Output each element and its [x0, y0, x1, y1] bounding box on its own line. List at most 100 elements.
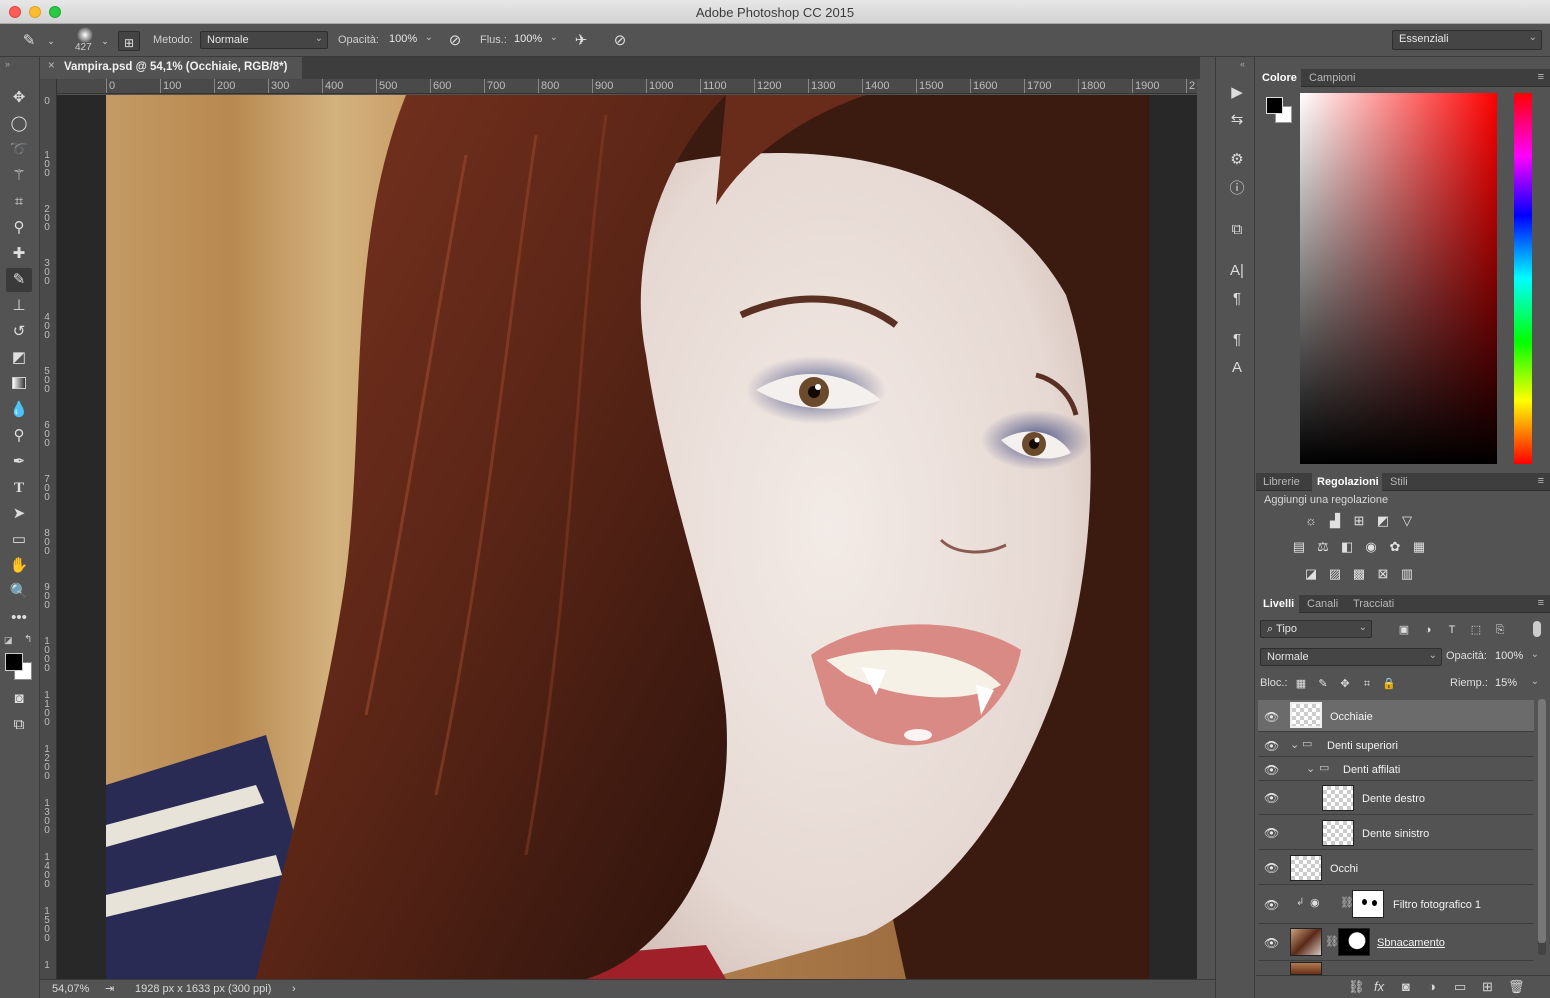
magic-wand-tool-icon[interactable]: ⚚ — [6, 164, 32, 188]
tab-regolazioni[interactable]: Regolazioni — [1317, 476, 1379, 488]
layer-row[interactable]: 👁 Dente destro — [1258, 781, 1534, 815]
method-select[interactable]: Normale ⌄ — [200, 31, 328, 49]
chevron-right-icon[interactable]: › — [292, 983, 296, 995]
healing-brush-tool-icon[interactable]: ✚ — [6, 242, 32, 266]
chevron-down-icon[interactable]: ⌄ — [40, 30, 62, 52]
invert-icon[interactable]: ◪ — [1302, 566, 1320, 582]
panel-menu-icon[interactable]: ≡ — [1538, 71, 1544, 83]
exposure-icon[interactable]: ◩ — [1374, 513, 1392, 529]
history-brush-tool-icon[interactable]: ↺ — [6, 320, 32, 344]
lasso-tool-icon[interactable]: ➰ — [6, 138, 32, 162]
pen-tool-icon[interactable]: ✒ — [6, 450, 32, 474]
panel-menu-icon[interactable]: ≡ — [1538, 597, 1544, 609]
tab-livelli[interactable]: Livelli — [1263, 598, 1294, 610]
clone-stamp-tool-icon[interactable]: ⊥ — [6, 294, 32, 318]
close-tab-icon[interactable]: × — [48, 60, 55, 72]
add-mask-icon[interactable]: ◙ — [1402, 979, 1410, 994]
pressure-opacity-icon[interactable]: ⊘ — [444, 30, 466, 52]
visibility-eye-icon[interactable]: 👁 — [1264, 861, 1279, 875]
new-layer-icon[interactable]: ⊞ — [1482, 979, 1493, 995]
brush-panel-toggle-icon[interactable]: ⊞ — [118, 31, 140, 51]
swap-colors-icon[interactable]: ↰ — [24, 634, 32, 645]
workspace-select[interactable]: Essenziali ⌄ — [1392, 30, 1542, 50]
filter-shape-icon[interactable]: ⬚ — [1467, 622, 1485, 638]
layer-row[interactable]: 👁 ⌄ ▭ Denti affilati — [1258, 757, 1534, 781]
lock-all-icon[interactable]: 🔒 — [1380, 676, 1398, 692]
layer-fill-field[interactable]: 15% ⌄ — [1489, 675, 1543, 693]
layer-filter-select[interactable]: ⌕ Tipo ⌄ — [1260, 620, 1372, 638]
filter-pixel-icon[interactable]: ▣ — [1395, 622, 1413, 638]
color-panel-foreground-swatch[interactable] — [1266, 97, 1283, 114]
layer-row-partial[interactable] — [1258, 962, 1534, 975]
vertical-ruler[interactable]: 0 100 200 300 400 500 600 700 800 900 1000 1100 1200… — [40, 79, 57, 979]
filter-type-icon[interactable]: T — [1443, 622, 1461, 638]
actions-play-icon[interactable]: ▶ — [1226, 82, 1248, 104]
hand-tool-icon[interactable]: ✋ — [6, 554, 32, 578]
brush-picker-chevron-icon[interactable]: ⌄ — [94, 30, 116, 52]
crop-tool-icon[interactable]: ⌗ — [6, 190, 32, 214]
visibility-eye-icon[interactable]: 👁 — [1264, 898, 1279, 912]
hue-slider[interactable] — [1514, 93, 1532, 464]
black-white-icon[interactable]: ◧ — [1338, 539, 1356, 555]
channel-mixer-icon[interactable]: ✿ — [1386, 539, 1404, 555]
visibility-eye-icon[interactable]: 👁 — [1264, 739, 1279, 753]
zoom-level[interactable]: 54,07% — [52, 983, 89, 995]
history-icon[interactable]: ⇆ — [1226, 109, 1248, 131]
visibility-eye-icon[interactable]: 👁 — [1264, 791, 1279, 805]
layer-name[interactable]: Occhi — [1330, 863, 1358, 875]
blur-tool-icon[interactable]: 💧 — [6, 398, 32, 422]
brush-tool-icon[interactable]: ✎ — [6, 268, 32, 292]
paragraph-icon[interactable]: ¶ — [1226, 288, 1248, 310]
filter-toggle[interactable] — [1533, 621, 1541, 637]
layer-name[interactable]: Sbnacamento — [1377, 937, 1445, 949]
layers-scrollbar[interactable] — [1538, 699, 1546, 955]
foreground-color-swatch[interactable] — [5, 653, 23, 671]
layer-name[interactable]: Dente sinistro — [1362, 828, 1429, 840]
link-layers-icon[interactable]: ⛓ — [1348, 979, 1365, 995]
tab-colore[interactable]: Colore — [1262, 72, 1297, 84]
collapse-dock-icon[interactable]: « — [1240, 59, 1245, 69]
vibrance-icon[interactable]: ▽ — [1398, 513, 1416, 529]
dodge-tool-icon[interactable]: ⚲ — [6, 424, 32, 448]
layer-opacity-field[interactable]: 100% ⌄ — [1489, 648, 1543, 666]
threshold-icon[interactable]: ▩ — [1350, 566, 1368, 582]
clone-source-icon[interactable]: ⧉ — [1226, 219, 1248, 241]
screen-mode-icon[interactable]: ⧉ — [6, 713, 32, 737]
visibility-eye-icon[interactable]: 👁 — [1264, 763, 1279, 777]
type-tool-icon[interactable]: T — [6, 476, 32, 500]
tab-campioni[interactable]: Campioni — [1309, 72, 1355, 84]
eraser-tool-icon[interactable]: ◩ — [6, 346, 32, 370]
tab-stili[interactable]: Stili — [1390, 476, 1408, 488]
lock-pixels-icon[interactable]: ✎ — [1314, 676, 1332, 692]
panel-menu-icon[interactable]: ≡ — [1538, 475, 1544, 487]
chevron-down-icon[interactable]: ⌄ — [1306, 762, 1315, 775]
info-icon[interactable]: ⓘ — [1226, 178, 1248, 200]
visibility-eye-icon[interactable]: 👁 — [1264, 936, 1279, 950]
layer-name[interactable]: Filtro fotografico 1 — [1393, 899, 1481, 911]
zoom-tool-icon[interactable]: 🔍 — [6, 580, 32, 604]
lock-position-icon[interactable]: ✥ — [1336, 676, 1354, 692]
brightness-contrast-icon[interactable]: ☼ — [1302, 513, 1320, 529]
document-tab[interactable]: × Vampira.psd @ 54,1% (Occhiaie, RGB/8*) — [40, 57, 302, 79]
layer-mask-thumbnail[interactable] — [1338, 928, 1370, 956]
selective-color-icon[interactable]: ⊠ — [1374, 566, 1392, 582]
rectangle-tool-icon[interactable]: ▭ — [6, 528, 32, 552]
pressure-size-icon[interactable]: ⊘ — [609, 30, 631, 52]
chevron-down-icon[interactable]: ⌄ — [1290, 738, 1299, 751]
photo-filter-icon[interactable]: ◉ — [1362, 539, 1380, 555]
delete-layer-icon[interactable]: 🗑 — [1508, 979, 1525, 995]
layer-name[interactable]: Denti affilati — [1343, 764, 1400, 776]
layer-name[interactable]: Dente destro — [1362, 793, 1425, 805]
toolbar-collapse-icon[interactable]: » — [5, 59, 10, 69]
marquee-tool-icon[interactable]: ◯ — [6, 112, 32, 136]
character-styles-icon[interactable]: A — [1226, 357, 1248, 379]
chain-link-icon[interactable]: ⛓ — [1325, 935, 1339, 948]
layer-mask-thumbnail[interactable] — [1352, 890, 1384, 918]
layer-row[interactable]: 👁 Occhiaie — [1258, 700, 1534, 732]
export-icon[interactable]: ⇥ — [105, 982, 114, 995]
lock-artboard-icon[interactable]: ⌗ — [1358, 676, 1376, 692]
color-lookup-icon[interactable]: ▦ — [1410, 539, 1428, 555]
curves-icon[interactable]: ⊞ — [1350, 513, 1368, 529]
properties-icon[interactable]: ⚙ — [1226, 149, 1248, 171]
brush-tool-preset-icon[interactable]: ✎ — [18, 30, 40, 52]
